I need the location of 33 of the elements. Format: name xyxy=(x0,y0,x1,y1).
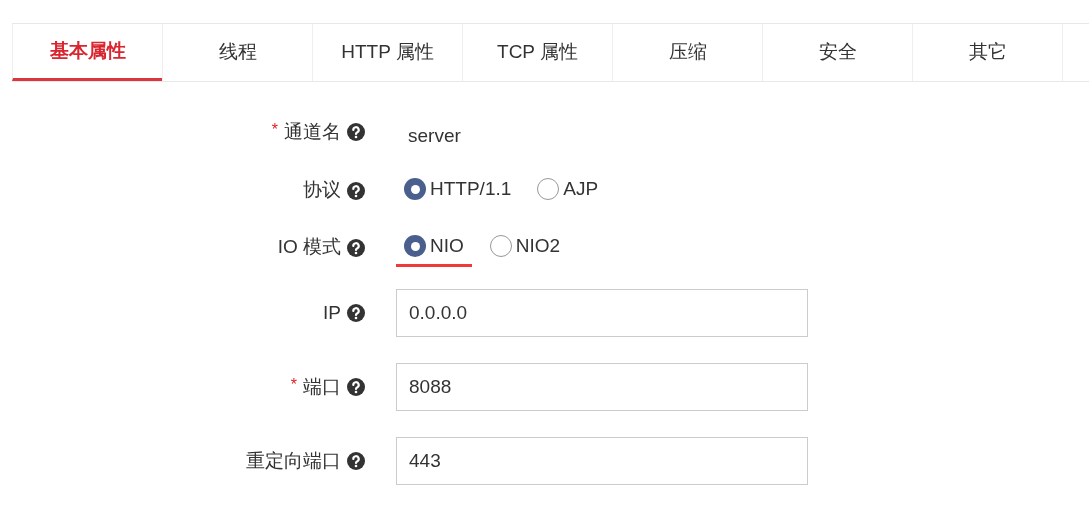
help-icon xyxy=(347,452,365,470)
radio-option[interactable]: NIO xyxy=(396,227,472,268)
field-label: 通道名 xyxy=(284,119,341,144)
field-label: IP xyxy=(323,300,341,325)
field-label: 端口 xyxy=(303,374,341,399)
radio-option[interactable]: HTTP/1.1 xyxy=(396,170,520,211)
tab[interactable]: 线程 xyxy=(162,24,312,81)
required-asterisk: * xyxy=(271,119,278,140)
input-field[interactable]: 443 xyxy=(396,437,808,485)
tab[interactable]: 其它 xyxy=(912,24,1062,81)
radio-button[interactable] xyxy=(404,235,426,257)
field-label: IO 模式 xyxy=(277,235,341,260)
help-icon xyxy=(347,378,365,396)
tab[interactable]: TCP 属性 xyxy=(462,24,612,81)
radio-button[interactable] xyxy=(489,235,512,257)
tab[interactable]: 基本属性 xyxy=(12,24,162,81)
radio-option[interactable]: AJP xyxy=(529,170,607,211)
input-field[interactable]: 0.0.0.0 xyxy=(396,289,808,337)
help-icon xyxy=(347,123,365,141)
help-icon xyxy=(347,238,365,257)
field-value: server xyxy=(407,123,461,148)
tab[interactable]: 压缩 xyxy=(612,24,762,81)
help-icon xyxy=(347,304,365,322)
radio-button[interactable] xyxy=(404,178,426,200)
required-asterisk: * xyxy=(290,374,297,395)
radio-option[interactable]: NIO2 xyxy=(481,227,569,268)
tab[interactable]: HTTP 属性 xyxy=(312,24,462,81)
input-field[interactable]: 8088 xyxy=(396,363,808,411)
radio-button[interactable] xyxy=(537,178,560,200)
field-label: 重定向端口 xyxy=(246,448,341,473)
tab[interactable]: 安全 xyxy=(762,24,912,81)
field-label: 协议 xyxy=(303,178,341,203)
help-icon xyxy=(347,181,365,200)
